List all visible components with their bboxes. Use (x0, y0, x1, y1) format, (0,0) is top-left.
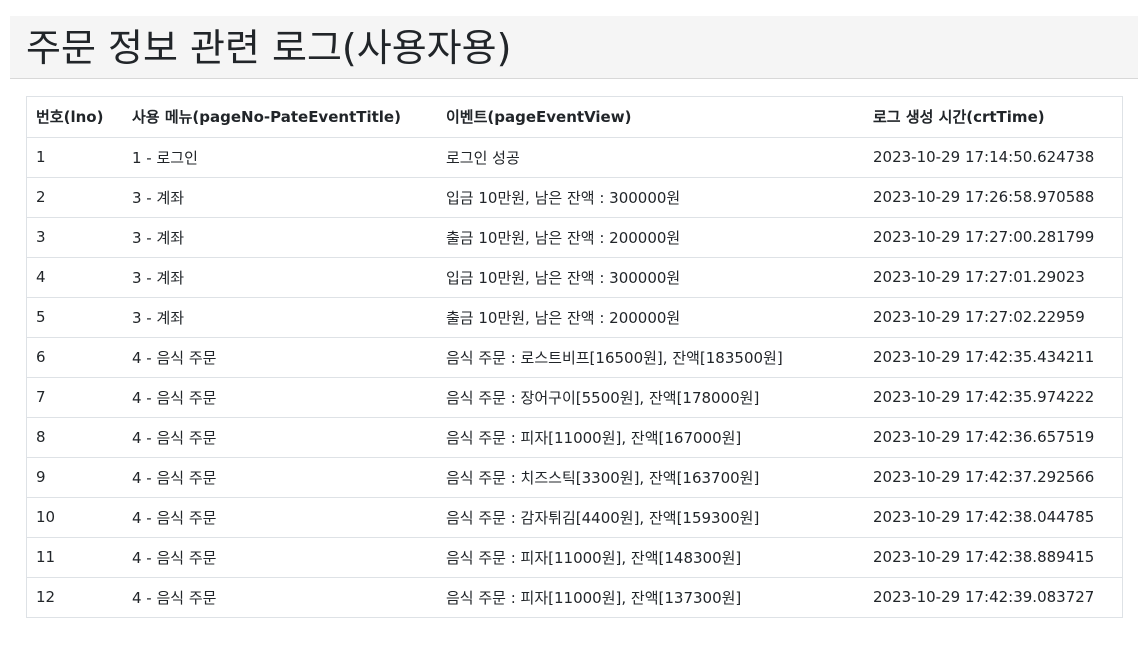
page-title: 주문 정보 관련 로그(사용자용) (26, 26, 512, 70)
cell-crt-time: 2023-10-29 17:42:36.657519 (864, 416, 1122, 457)
cell-event: 출금 10만원, 남은 잔액 : 200000원 (437, 296, 864, 337)
cell-event: 로그인 성공 (437, 136, 864, 177)
cell-crt-time: 2023-10-29 17:27:01.29023 (864, 256, 1122, 297)
log-table-container: 번호(lno) 사용 메뉴(pageNo-PateEventTitle) 이벤트… (26, 96, 1123, 618)
cell-crt-time: 2023-10-29 17:26:58.970588 (864, 176, 1122, 217)
cell-crt-time: 2023-10-29 17:27:00.281799 (864, 216, 1122, 257)
cell-menu: 4 - 음식 주문 (123, 376, 437, 417)
cell-lno: 7 (27, 376, 123, 417)
table-row: 33 - 계좌 출금 10만원, 남은 잔액 : 200000원 2023-10-2… (27, 216, 1122, 257)
header-event: 이벤트(pageEventView) (446, 108, 632, 127)
cell-lno: 11 (27, 536, 123, 577)
table-body: 11 - 로그인 로그인 성공 2023-10-29 17:14:50.624738… (27, 136, 1122, 617)
cell-lno: 1 (27, 136, 123, 177)
cell-menu: 3 - 계좌 (123, 176, 437, 217)
table-row: 10 4 - 음식 주문 음식 주문 : 감자튀김[4400원], 잔액[15930… (27, 496, 1122, 537)
cell-event: 음식 주문 : 피자[11000원], 잔액[148300원] (437, 536, 864, 577)
table-row: 11 4 - 음식 주문 음식 주문 : 피자[11000원], 잔액[148300… (27, 536, 1122, 577)
cell-crt-time: 2023-10-29 17:14:50.624738 (864, 136, 1122, 177)
cell-crt-time: 2023-10-29 17:27:02.22959 (864, 296, 1122, 337)
cell-menu: 1 - 로그인 (123, 136, 437, 177)
cell-menu: 4 - 음식 주문 (123, 496, 437, 537)
header-crt-time: 로그 생성 시간(crtTime) (873, 108, 1045, 127)
header-menu: 사용 메뉴(pageNo-PateEventTitle) (132, 108, 401, 127)
table-header: 번호(lno) 사용 메뉴(pageNo-PateEventTitle) 이벤트… (27, 97, 1122, 137)
cell-event: 음식 주문 : 장어구이[5500원], 잔액[178000원] (437, 376, 864, 417)
table-row: 23 - 계좌 입금 10만원, 남은 잔액 : 300000원 2023-10-2… (27, 176, 1122, 217)
cell-menu: 4 - 음식 주문 (123, 416, 437, 457)
cell-event: 음식 주문 : 치즈스틱[3300원], 잔액[163700원] (437, 456, 864, 497)
header-bar: 주문 정보 관련 로그(사용자용) (10, 16, 1138, 79)
cell-crt-time: 2023-10-29 17:42:35.974222 (864, 376, 1122, 417)
table-row: 94 - 음식 주문 음식 주문 : 치즈스틱[3300원], 잔액[163700… (27, 456, 1122, 497)
log-table: 번호(lno) 사용 메뉴(pageNo-PateEventTitle) 이벤트… (27, 97, 1122, 617)
cell-event: 음식 주문 : 로스트비프[16500원], 잔액[183500원] (437, 336, 864, 377)
cell-lno: 4 (27, 256, 123, 297)
cell-crt-time: 2023-10-29 17:42:38.044785 (864, 496, 1122, 537)
table-row: 12 4 - 음식 주문 음식 주문 : 피자[11000원], 잔액[137300… (27, 576, 1122, 617)
cell-menu: 3 - 계좌 (123, 296, 437, 337)
cell-menu: 4 - 음식 주문 (123, 576, 437, 617)
cell-menu: 4 - 음식 주문 (123, 456, 437, 497)
cell-event: 출금 10만원, 남은 잔액 : 200000원 (437, 216, 864, 257)
cell-lno: 5 (27, 296, 123, 337)
cell-event: 입금 10만원, 남은 잔액 : 300000원 (437, 256, 864, 297)
table-row: 74 - 음식 주문 음식 주문 : 장어구이[5500원], 잔액[178000… (27, 376, 1122, 417)
page: 주문 정보 관련 로그(사용자용) 번호(lno) 사용 메뉴(pageNo-P… (0, 0, 1145, 660)
cell-crt-time: 2023-10-29 17:42:35.434211 (864, 336, 1122, 377)
cell-menu: 3 - 계좌 (123, 216, 437, 257)
cell-event: 음식 주문 : 감자튀김[4400원], 잔액[159300원] (437, 496, 864, 537)
table-row: 84 - 음식 주문 음식 주문 : 피자[11000원], 잔액[167000원… (27, 416, 1122, 457)
table-row: 43 - 계좌 입금 10만원, 남은 잔액 : 300000원 2023-10-2… (27, 256, 1122, 297)
cell-menu: 4 - 음식 주문 (123, 536, 437, 577)
cell-crt-time: 2023-10-29 17:42:38.889415 (864, 536, 1122, 577)
table-row: 53 - 계좌 출금 10만원, 남은 잔액 : 200000원 2023-10-2… (27, 296, 1122, 337)
cell-lno: 6 (27, 336, 123, 377)
cell-event: 음식 주문 : 피자[11000원], 잔액[167000원] (437, 416, 864, 457)
cell-menu: 3 - 계좌 (123, 256, 437, 297)
header-row: 번호(lno) 사용 메뉴(pageNo-PateEventTitle) 이벤트… (27, 97, 1122, 137)
cell-event: 음식 주문 : 피자[11000원], 잔액[137300원] (437, 576, 864, 617)
cell-lno: 9 (27, 456, 123, 497)
cell-lno: 12 (27, 576, 123, 617)
cell-lno: 10 (27, 496, 123, 537)
cell-crt-time: 2023-10-29 17:42:37.292566 (864, 456, 1122, 497)
cell-crt-time: 2023-10-29 17:42:39.083727 (864, 576, 1122, 617)
cell-lno: 8 (27, 416, 123, 457)
cell-lno: 2 (27, 176, 123, 217)
table-row: 64 - 음식 주문 음식 주문 : 로스트비프[16500원], 잔액[1835… (27, 336, 1122, 377)
cell-event: 입금 10만원, 남은 잔액 : 300000원 (437, 176, 864, 217)
cell-menu: 4 - 음식 주문 (123, 336, 437, 377)
header-lno: 번호(lno) (36, 108, 104, 127)
cell-lno: 3 (27, 216, 123, 257)
table-row: 11 - 로그인 로그인 성공 2023-10-29 17:14:50.624738 (27, 136, 1122, 177)
